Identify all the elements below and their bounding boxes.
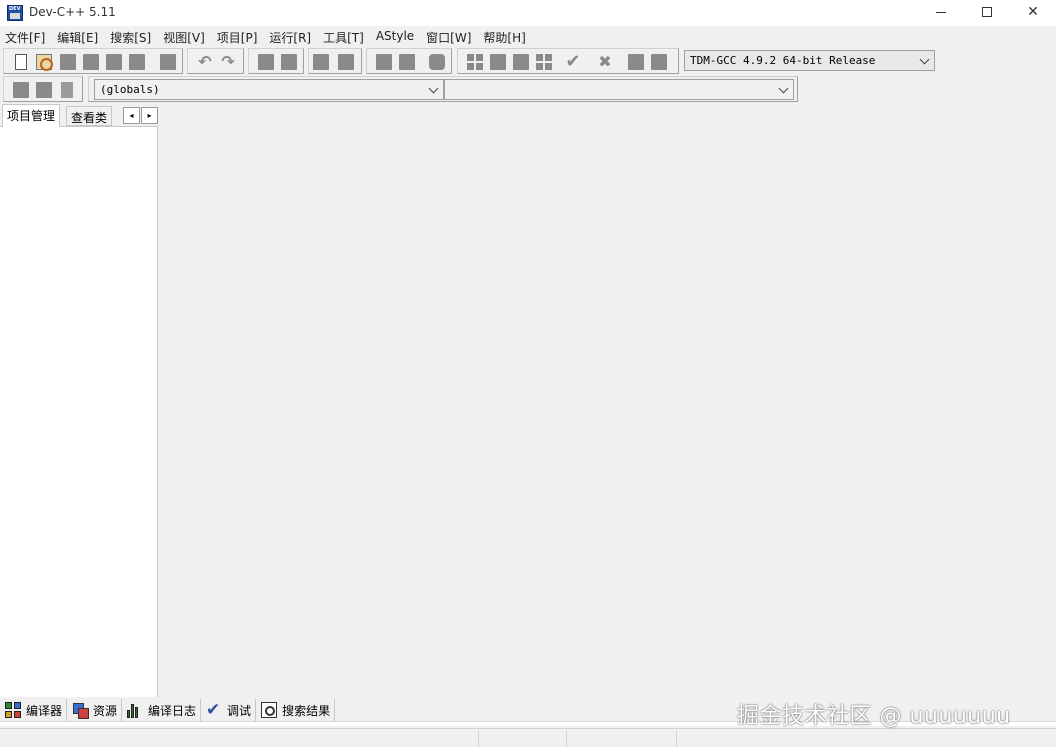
compiler-select[interactable]: TDM-GCC 4.9.2 64-bit Release bbox=[684, 50, 935, 71]
tab-compile-log-label: 编译日志 bbox=[148, 703, 197, 718]
minimize-icon bbox=[936, 11, 946, 13]
status-cell-lines bbox=[567, 731, 677, 747]
tab-search-results[interactable]: 搜索结果 bbox=[256, 699, 336, 721]
menu-file[interactable]: 文件[F] bbox=[0, 27, 51, 47]
tab-scroll-left-button[interactable]: ◂ bbox=[123, 107, 140, 124]
abort-icon[interactable]: ✖ bbox=[597, 54, 613, 70]
add-to-project-icon[interactable] bbox=[376, 54, 392, 70]
close-icon: ✕ bbox=[1027, 4, 1039, 20]
menu-view[interactable]: 视图[V] bbox=[157, 27, 211, 47]
undo-toolbar-group: ↶ ↷ bbox=[187, 48, 244, 74]
menu-astyle[interactable]: AStyle bbox=[370, 27, 420, 47]
menu-run[interactable]: 运行[R] bbox=[263, 27, 317, 47]
title-bar: Dev-C++ 5.11 ✕ bbox=[0, 0, 1056, 26]
compile-run-icon[interactable] bbox=[513, 54, 529, 70]
compile-icon[interactable] bbox=[467, 54, 483, 70]
tab-project-manager[interactable]: 项目管理 bbox=[2, 104, 61, 127]
tab-resources[interactable]: 资源 bbox=[67, 699, 123, 721]
replace-icon[interactable] bbox=[281, 54, 297, 70]
status-cell-position bbox=[0, 731, 479, 747]
compile-log-chart-icon bbox=[127, 702, 143, 718]
close-button[interactable]: ✕ bbox=[1010, 0, 1056, 26]
new-file-icon[interactable] bbox=[15, 54, 27, 70]
maximize-icon bbox=[982, 7, 992, 17]
window-title: Dev-C++ 5.11 bbox=[29, 5, 116, 19]
profile-icon[interactable] bbox=[651, 54, 667, 70]
search-toolbar-group bbox=[248, 48, 304, 74]
scope-select-value: (globals) bbox=[100, 83, 160, 96]
class-browser-combos: (globals) bbox=[88, 76, 798, 102]
syntax-check-icon[interactable]: ✔ bbox=[565, 53, 581, 71]
status-bar bbox=[0, 728, 1056, 747]
menu-project[interactable]: 项目[P] bbox=[211, 27, 264, 47]
menu-bar: 文件[F] 编辑[E] 搜索[S] 视图[V] 项目[P] 运行[R] 工具[T… bbox=[0, 27, 1056, 47]
save-all-icon[interactable] bbox=[83, 54, 99, 70]
redo-icon[interactable]: ↷ bbox=[220, 54, 236, 70]
menu-tools[interactable]: 工具[T] bbox=[317, 27, 370, 47]
menu-help[interactable]: 帮助[H] bbox=[477, 27, 531, 47]
debug-check-icon: ✔ bbox=[206, 700, 221, 720]
rebuild-all-icon[interactable] bbox=[536, 54, 552, 70]
close-all-icon[interactable] bbox=[129, 54, 145, 70]
tab-debug[interactable]: ✔ 调试 bbox=[201, 699, 257, 721]
tab-compiler[interactable]: 编译器 bbox=[0, 699, 68, 721]
compiler-select-value: TDM-GCC 4.9.2 64-bit Release bbox=[690, 54, 876, 67]
tab-class-view[interactable]: 查看类 bbox=[66, 106, 113, 126]
open-file-icon[interactable] bbox=[36, 54, 53, 71]
project-options-icon[interactable] bbox=[429, 54, 445, 70]
run-icon[interactable] bbox=[490, 54, 506, 70]
status-cell-mode bbox=[479, 731, 567, 747]
tab-compile-log[interactable]: 编译日志 bbox=[122, 699, 202, 721]
tab-resources-label: 资源 bbox=[93, 703, 118, 718]
search-results-icon bbox=[261, 702, 278, 718]
remove-from-project-icon[interactable] bbox=[399, 54, 415, 70]
main-toolbar: ↶ ↷ ✔ ✖ TDM-GCC 4.9.2 64-bit Release bbox=[0, 47, 940, 75]
tab-search-results-label: 搜索结果 bbox=[282, 703, 331, 718]
goto-toolbar-group bbox=[308, 48, 362, 74]
tab-compiler-label: 编译器 bbox=[26, 703, 63, 718]
goto-bookmark-icon[interactable] bbox=[61, 82, 73, 98]
dev-cpp-app-icon bbox=[7, 5, 23, 21]
print-icon[interactable] bbox=[160, 54, 176, 70]
menu-window[interactable]: 窗口[W] bbox=[420, 27, 477, 47]
debug-icon[interactable] bbox=[628, 54, 644, 70]
scope-select[interactable]: (globals) bbox=[94, 79, 444, 100]
goto-function-icon[interactable] bbox=[338, 54, 354, 70]
compile-toolbar-group: ✔ ✖ bbox=[457, 48, 679, 74]
chevron-down-icon bbox=[779, 84, 789, 94]
menu-search[interactable]: 搜索[S] bbox=[104, 27, 157, 47]
left-panel-tabs: 项目管理 查看类 ◂ ▸ bbox=[0, 104, 160, 127]
resources-icon bbox=[72, 702, 90, 719]
member-select[interactable] bbox=[444, 79, 794, 100]
watermark-text: 掘金技术社区 @ uuuuuuu bbox=[737, 704, 1011, 729]
tab-debug-label: 调试 bbox=[227, 703, 252, 718]
save-icon[interactable] bbox=[60, 54, 76, 70]
tab-scroll-right-button[interactable]: ▸ bbox=[141, 107, 158, 124]
close-file-icon[interactable] bbox=[106, 54, 122, 70]
menu-edit[interactable]: 编辑[E] bbox=[51, 27, 104, 47]
chevron-down-icon bbox=[920, 55, 930, 65]
compiler-grid-icon bbox=[5, 702, 21, 718]
class-toolbar: (globals) bbox=[0, 75, 798, 103]
toggle-bookmark-icon[interactable] bbox=[36, 82, 52, 98]
file-toolbar-group bbox=[3, 48, 183, 74]
project-tree-panel[interactable] bbox=[0, 126, 158, 697]
class-nav-toolbar-group bbox=[3, 76, 83, 102]
insert-code-icon[interactable] bbox=[13, 82, 29, 98]
project-toolbar-group bbox=[366, 48, 452, 74]
undo-icon[interactable]: ↶ bbox=[197, 54, 213, 70]
maximize-button[interactable] bbox=[964, 0, 1010, 26]
goto-line-icon[interactable] bbox=[313, 54, 329, 70]
chevron-down-icon bbox=[429, 84, 439, 94]
find-icon[interactable] bbox=[258, 54, 274, 70]
minimize-button[interactable] bbox=[918, 0, 964, 26]
